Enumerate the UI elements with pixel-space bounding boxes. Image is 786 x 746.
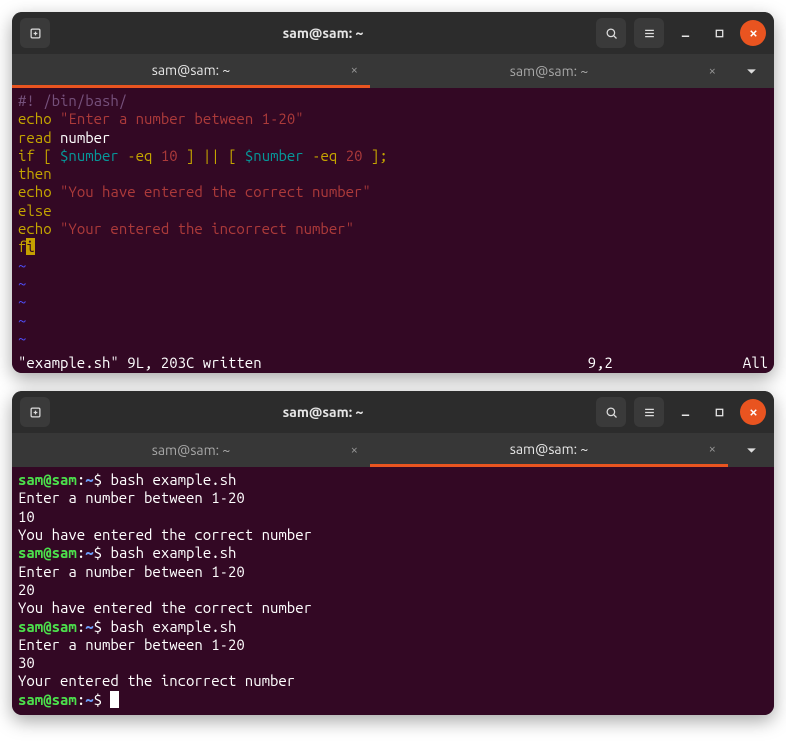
code-token: then: [18, 165, 52, 182]
tab-bar: sam@sam: ~ × sam@sam: ~ ×: [12, 433, 774, 467]
tab-label: sam@sam: ~: [510, 63, 588, 79]
tab-2[interactable]: sam@sam: ~ ×: [370, 433, 728, 467]
status-left: "example.sh" 9L, 203C written: [18, 354, 262, 371]
search-button[interactable]: [596, 397, 626, 427]
code-token: else: [18, 202, 52, 219]
output-line: You have entered the correct number: [18, 599, 312, 616]
prompt-dollar: $: [94, 618, 111, 635]
code-token: read: [18, 129, 60, 146]
prompt-dollar: $: [94, 691, 111, 708]
prompt-path: ~: [85, 618, 93, 635]
code-token: "Enter a number between 1-20": [60, 110, 304, 127]
close-icon[interactable]: ×: [351, 63, 358, 77]
close-icon[interactable]: ×: [709, 442, 716, 456]
tab-label: sam@sam: ~: [510, 441, 588, 457]
terminal-content[interactable]: #! /bin/bash/ echo "Enter a number betwe…: [12, 88, 774, 354]
prompt-user: sam@sam: [18, 691, 77, 708]
terminal-window-2: sam@sam: ~ sam@sam: ~ × sam@sam: ~: [12, 391, 774, 715]
maximize-button[interactable]: [706, 399, 732, 425]
code-line: #! /bin/bash/: [18, 92, 127, 109]
cursor: i: [26, 238, 34, 255]
prompt-user: sam@sam: [18, 544, 77, 561]
output-line: Enter a number between 1-20: [18, 636, 245, 653]
menu-button[interactable]: [634, 397, 664, 427]
output-line: Your entered the incorrect number: [18, 672, 295, 689]
code-token: 10: [161, 147, 178, 164]
new-tab-button[interactable]: [20, 397, 50, 427]
command: bash example.sh: [110, 471, 236, 488]
tab-label: sam@sam: ~: [152, 442, 230, 458]
code-token: ];: [363, 147, 388, 164]
tab-bar: sam@sam: ~ × sam@sam: ~ ×: [12, 54, 774, 88]
vim-status-line: "example.sh" 9L, 203C written 9,2 All: [12, 354, 774, 373]
prompt-user: sam@sam: [18, 471, 77, 488]
tilde-line: ~: [18, 257, 26, 274]
code-token: if: [18, 147, 43, 164]
command: bash example.sh: [110, 618, 236, 635]
code-token: [: [228, 147, 245, 164]
prompt-path: ~: [85, 544, 93, 561]
search-button[interactable]: [596, 18, 626, 48]
tab-2[interactable]: sam@sam: ~ ×: [370, 54, 728, 88]
input-line: 30: [18, 654, 35, 671]
code-token: echo: [18, 110, 60, 127]
tilde-line: ~: [18, 330, 26, 347]
prompt-user: sam@sam: [18, 618, 77, 635]
input-line: 10: [18, 508, 35, 525]
menu-button[interactable]: [634, 18, 664, 48]
tilde-line: ~: [18, 275, 26, 292]
code-token: -eq: [119, 147, 161, 164]
input-line: 20: [18, 581, 35, 598]
titlebar: sam@sam: ~: [12, 12, 774, 54]
minimize-button[interactable]: [672, 399, 698, 425]
code-token: echo: [18, 183, 60, 200]
output-line: Enter a number between 1-20: [18, 489, 245, 506]
close-button[interactable]: [740, 399, 766, 425]
prompt-dollar: $: [94, 471, 111, 488]
close-icon[interactable]: ×: [709, 64, 716, 78]
minimize-button[interactable]: [672, 20, 698, 46]
tab-label: sam@sam: ~: [152, 62, 230, 78]
titlebar: sam@sam: ~: [12, 391, 774, 433]
tabs-dropdown[interactable]: [728, 433, 774, 467]
prompt-path: ~: [85, 471, 93, 488]
tilde-line: ~: [18, 312, 26, 329]
prompt-colon: :: [77, 544, 85, 561]
prompt-colon: :: [77, 618, 85, 635]
code-token: [: [43, 147, 60, 164]
tab-1[interactable]: sam@sam: ~ ×: [12, 54, 370, 88]
window-title: sam@sam: ~: [58, 404, 588, 420]
command: bash example.sh: [110, 544, 236, 561]
code-token: $number: [245, 147, 304, 164]
code-token: echo: [18, 220, 60, 237]
code-token: ]: [178, 147, 195, 164]
cursor: [110, 691, 118, 708]
code-token: "You have entered the correct number": [60, 183, 371, 200]
close-icon[interactable]: ×: [351, 443, 358, 457]
status-position: 9,2: [588, 354, 613, 371]
code-token: -eq: [304, 147, 346, 164]
close-button[interactable]: [740, 20, 766, 46]
terminal-window-1: sam@sam: ~ sam@sam: ~ × sam@sam: ~: [12, 12, 774, 373]
window-title: sam@sam: ~: [58, 25, 588, 41]
terminal-content[interactable]: sam@sam:~$ bash example.sh Enter a numbe…: [12, 467, 774, 715]
prompt-path: ~: [85, 691, 93, 708]
prompt-colon: :: [77, 471, 85, 488]
output-line: Enter a number between 1-20: [18, 563, 245, 580]
tab-1[interactable]: sam@sam: ~ ×: [12, 433, 370, 467]
new-tab-button[interactable]: [20, 18, 50, 48]
prompt-colon: :: [77, 691, 85, 708]
output-line: You have entered the correct number: [18, 526, 312, 543]
tilde-line: ~: [18, 293, 26, 310]
code-token: "Your entered the incorrect number": [60, 220, 354, 237]
code-token: $number: [60, 147, 119, 164]
tabs-dropdown[interactable]: [728, 54, 774, 88]
maximize-button[interactable]: [706, 20, 732, 46]
code-token: number: [60, 129, 110, 146]
code-token: 20: [346, 147, 363, 164]
status-percent: All: [743, 354, 768, 371]
prompt-dollar: $: [94, 544, 111, 561]
code-token: ||: [194, 147, 228, 164]
